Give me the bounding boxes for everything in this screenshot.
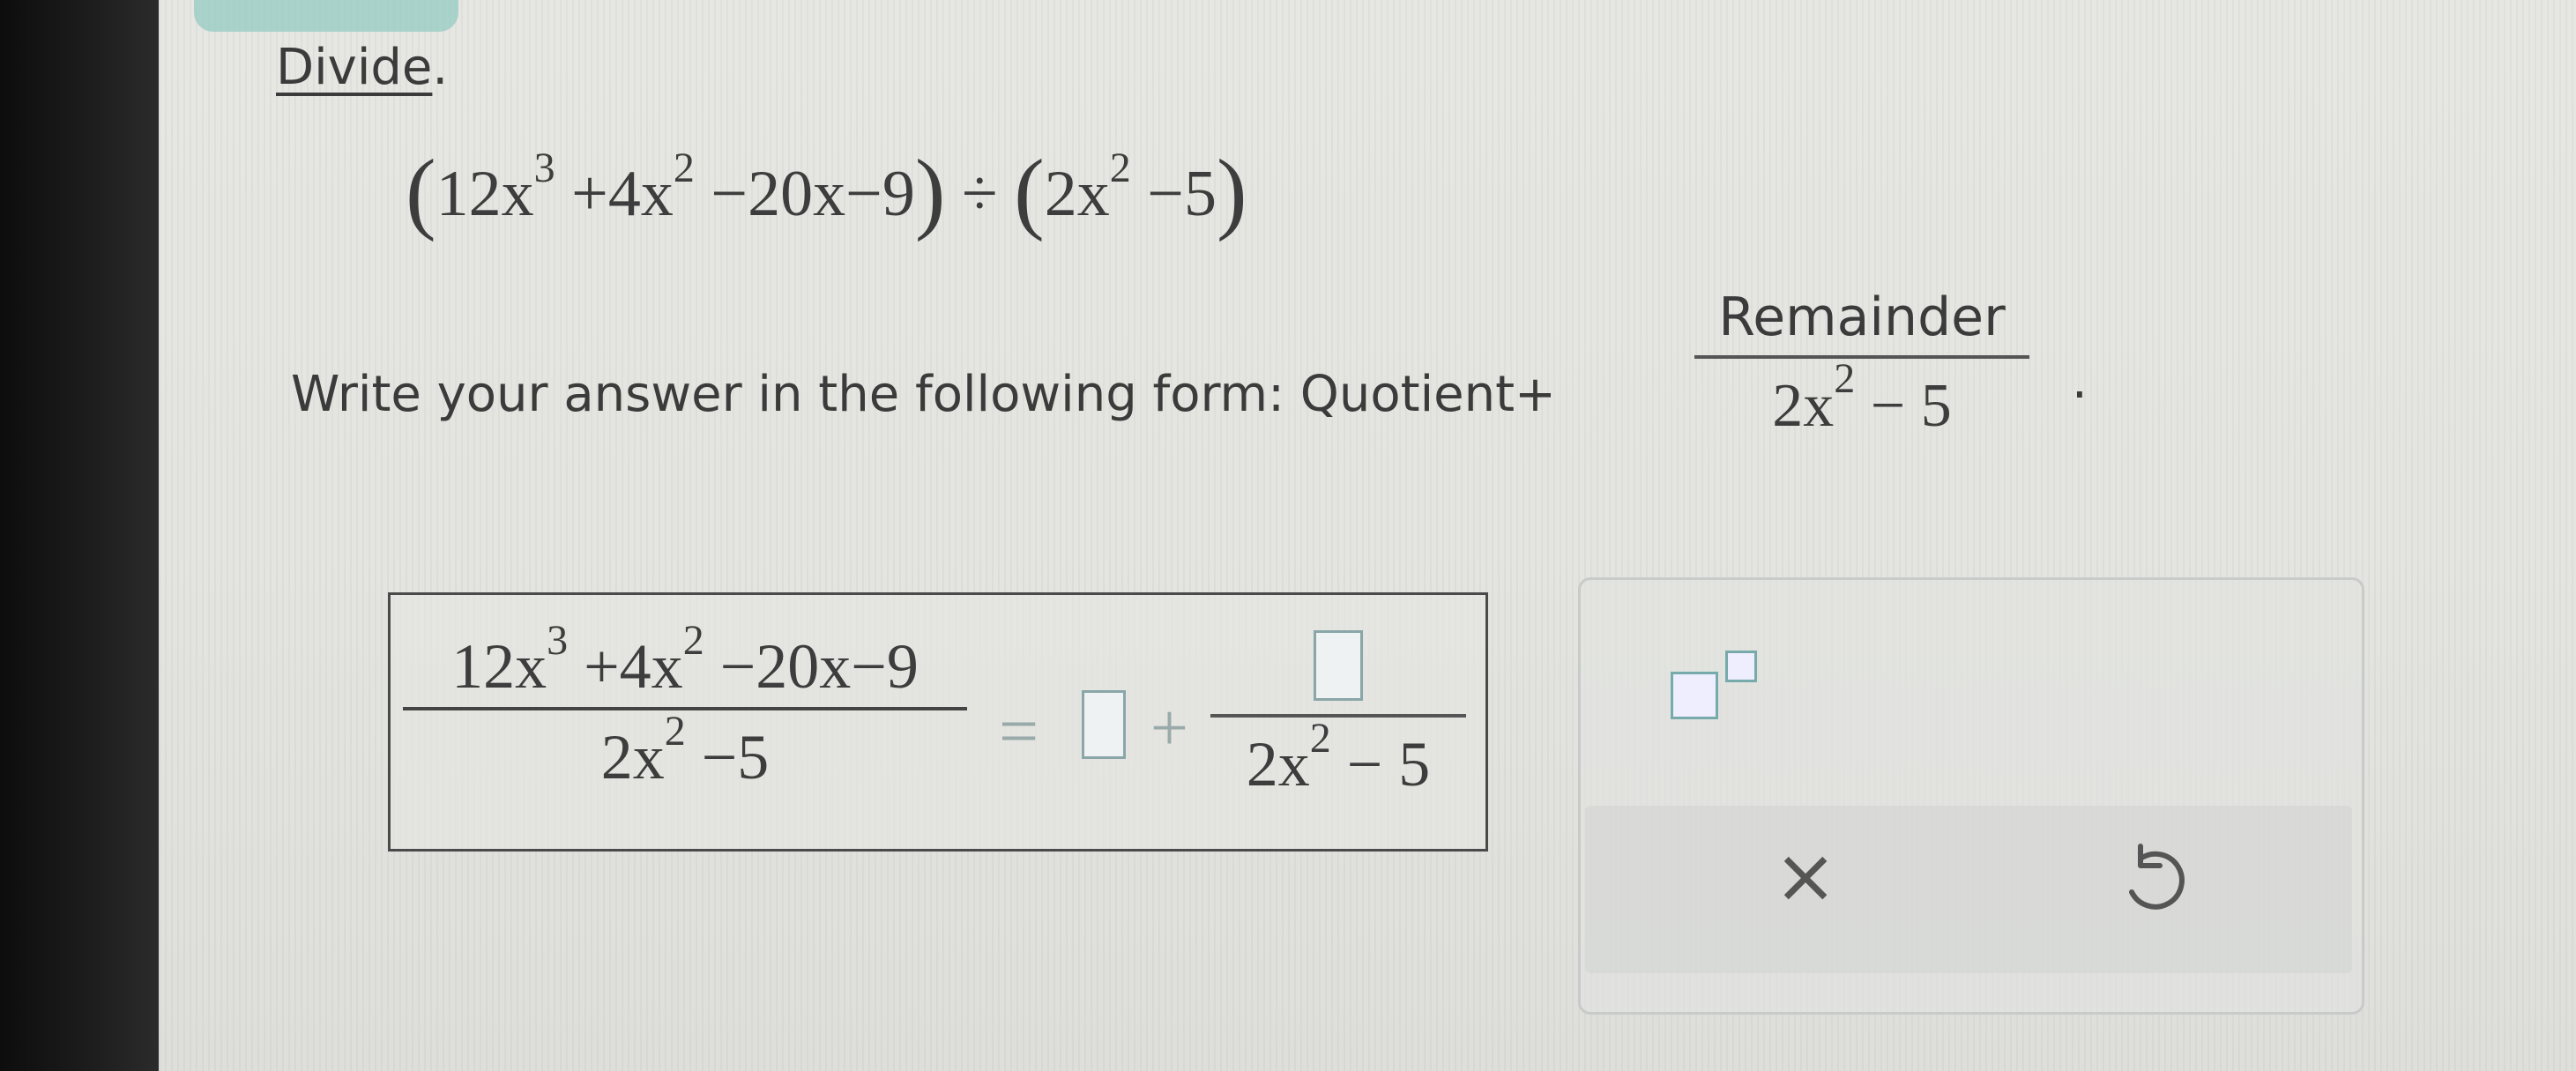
lhs-den-term-1-exp: 2 — [664, 708, 686, 755]
answer-form-fraction: Remainder 2x2 − 5 — [1694, 286, 2029, 442]
lhs-num-term-1: 12x — [451, 631, 547, 702]
undo-button[interactable] — [2114, 839, 2193, 919]
equals-sign: = — [999, 693, 1039, 770]
fraction-denominator: 2x2 − 5 — [1694, 355, 2029, 442]
math-tool-panel: × — [1578, 577, 2364, 1015]
rhs-den-term-1: 2x — [1246, 729, 1310, 800]
close-paren: ) — [914, 141, 946, 242]
plus-sign: + — [1150, 691, 1188, 765]
lhs-num-term-2: +4x — [584, 631, 683, 702]
top-tab[interactable] — [194, 0, 458, 32]
divisor-term-2: −5 — [1147, 158, 1217, 230]
heading-punct: . — [432, 39, 449, 96]
divisor-term-1-exp: 2 — [1109, 145, 1131, 191]
dividend-term-2: +4x — [571, 158, 674, 230]
remainder-input[interactable] — [1314, 630, 1363, 701]
fraction-numerator: Remainder — [1718, 286, 2006, 348]
exponent-base-icon — [1671, 672, 1718, 719]
lhs-num-term-1-exp: 3 — [547, 617, 569, 664]
rhs-den-term-2: − 5 — [1346, 729, 1431, 800]
fraction-bar — [1694, 355, 2029, 359]
lhs-num-term-3: −20x−9 — [719, 631, 919, 702]
den-term-1: 2x — [1772, 372, 1835, 440]
dividend-term-2-exp: 2 — [673, 145, 695, 191]
rhs-den-term-1-exp: 2 — [1309, 715, 1331, 762]
den-term-1-exp: 2 — [1834, 355, 1856, 402]
answer-box: 12x3 +4x2 −20x−9 2x2 −5 = + 2x2 − 5 — [388, 592, 1488, 852]
undo-icon — [2129, 844, 2185, 910]
dividend-term-1-exp: 3 — [533, 145, 555, 191]
lhs-numerator: 12x3 +4x2 −20x−9 — [403, 617, 967, 703]
quotient-input[interactable] — [1082, 690, 1126, 759]
dividend-term-3: −20x−9 — [711, 158, 915, 230]
heading-text: Divide — [276, 39, 433, 96]
clear-button[interactable]: × — [1753, 832, 1858, 920]
open-paren-2: ( — [1014, 141, 1045, 242]
lhs-den-term-2: −5 — [701, 722, 770, 792]
division-problem: (12x3 +4x2 −20x−9) ÷ (2x2 −5) — [406, 132, 1247, 242]
exponent-power-icon — [1725, 651, 1757, 682]
lhs-den-term-1: 2x — [600, 722, 665, 792]
instruction-text: Write your answer in the following form:… — [291, 366, 1556, 423]
den-term-2: − 5 — [1870, 372, 1952, 440]
remainder-fraction: 2x2 − 5 — [1210, 630, 1466, 801]
lhs-fraction: 12x3 +4x2 −20x−9 2x2 −5 — [403, 617, 967, 794]
close-paren-2: ) — [1216, 141, 1247, 242]
rhs-fraction-bar — [1210, 714, 1466, 718]
device-bezel — [0, 0, 159, 1071]
divide-sign: ÷ — [961, 158, 998, 230]
exponent-button[interactable] — [1671, 651, 1776, 721]
page-heading: Divide. — [276, 39, 448, 96]
lhs-num-term-2-exp: 2 — [682, 617, 704, 664]
rhs-denominator: 2x2 − 5 — [1210, 715, 1466, 801]
divisor-term-1: 2x — [1044, 158, 1110, 230]
dividend-term-1: 12x — [436, 158, 534, 230]
open-paren: ( — [406, 141, 436, 242]
action-row: × — [1585, 806, 2352, 973]
instruction-period: . — [2072, 353, 2088, 410]
lhs-denominator: 2x2 −5 — [403, 708, 967, 794]
